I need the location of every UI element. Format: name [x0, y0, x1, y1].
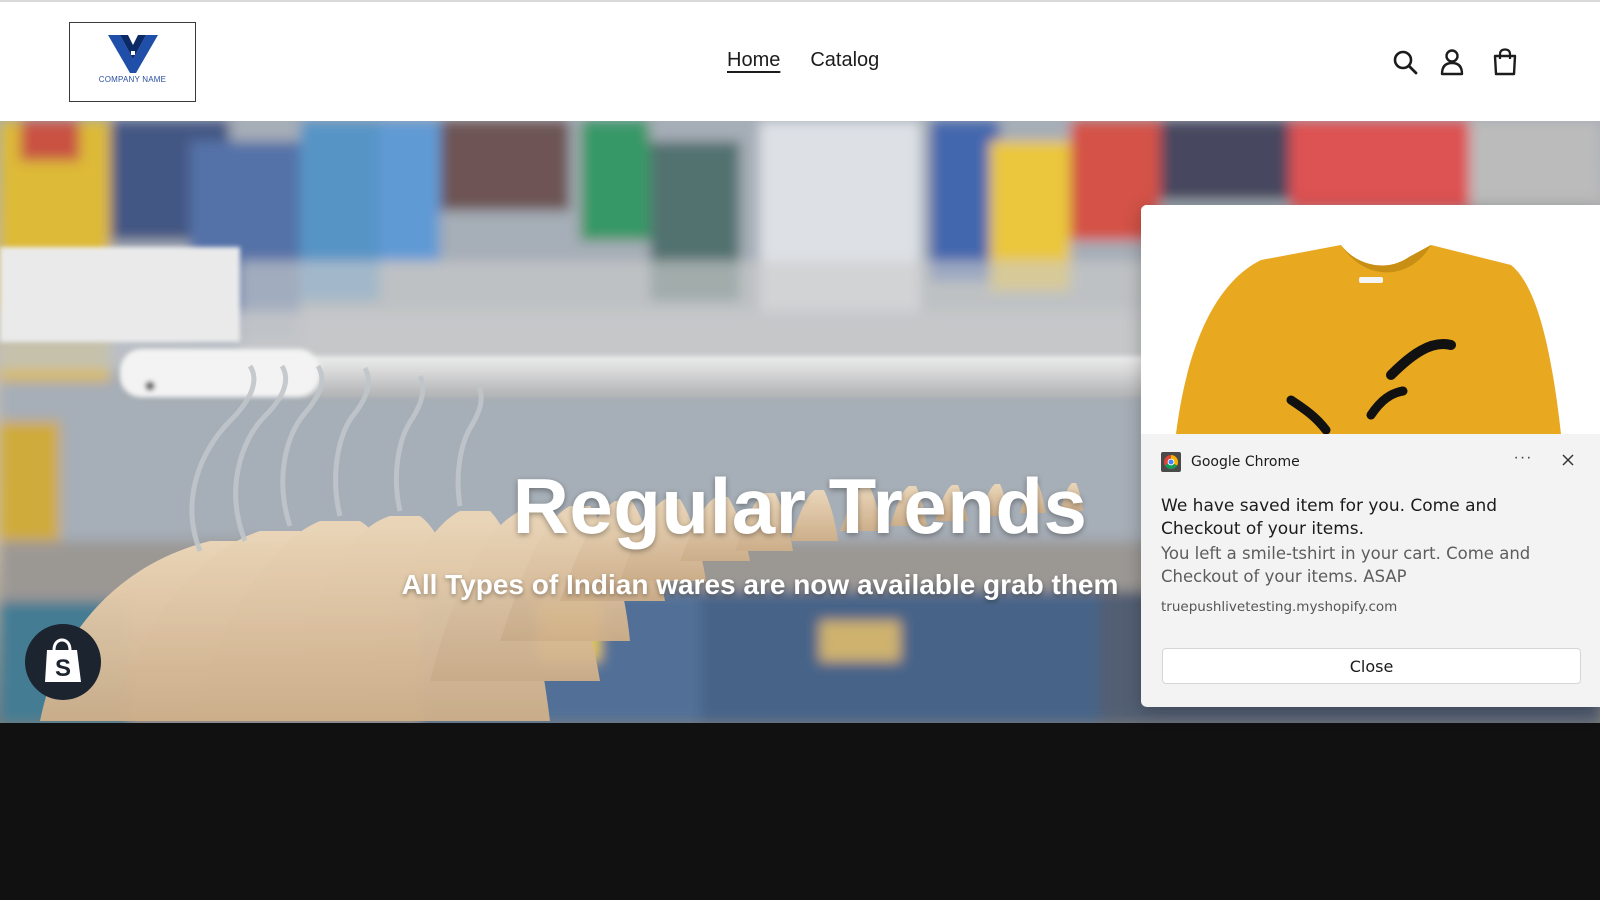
notification-close-icon[interactable] — [1557, 449, 1579, 471]
notification-url: truepushlivetesting.myshopify.com — [1161, 599, 1398, 615]
site-header: COMPANY NAME Home Catalog — [0, 0, 1600, 121]
logo-mark-icon — [108, 35, 158, 73]
chrome-icon — [1161, 452, 1181, 472]
notification-close-button[interactable]: Close — [1162, 648, 1581, 684]
nav-catalog[interactable]: Catalog — [810, 49, 879, 72]
company-logo[interactable]: COMPANY NAME — [69, 22, 196, 102]
hero-title: Regular Trends — [512, 462, 1088, 550]
notification-app-name: Google Chrome — [1191, 454, 1300, 470]
notification-more-options-icon[interactable]: ··· — [1511, 449, 1535, 471]
search-icon[interactable] — [1389, 46, 1421, 78]
shopify-bag-icon: S — [45, 638, 81, 682]
hero-subtitle: All Types of Indian wares are now availa… — [401, 569, 1119, 600]
tshirt-image — [1141, 205, 1600, 434]
chrome-notification: Google Chrome ··· We have saved item for… — [1141, 205, 1600, 707]
nav-home[interactable]: Home — [727, 49, 780, 72]
cart-icon[interactable] — [1489, 46, 1521, 78]
logo-text: COMPANY NAME — [98, 75, 167, 84]
main-nav: Home Catalog — [727, 49, 879, 72]
shopify-chat-button[interactable]: S — [25, 624, 101, 700]
account-icon[interactable] — [1436, 46, 1468, 78]
notification-body: You left a smile-tshirt in your cart. Co… — [1161, 544, 1531, 586]
notification-app-row: Google Chrome — [1161, 452, 1300, 472]
notification-image — [1141, 205, 1600, 434]
browser-viewport: COMPANY NAME Home Catalog Regular Trends… — [0, 0, 1600, 900]
notification-title: We have saved item for you. Come and Che… — [1161, 496, 1498, 539]
page-footer-area — [0, 723, 1600, 900]
svg-text:S: S — [55, 655, 71, 682]
